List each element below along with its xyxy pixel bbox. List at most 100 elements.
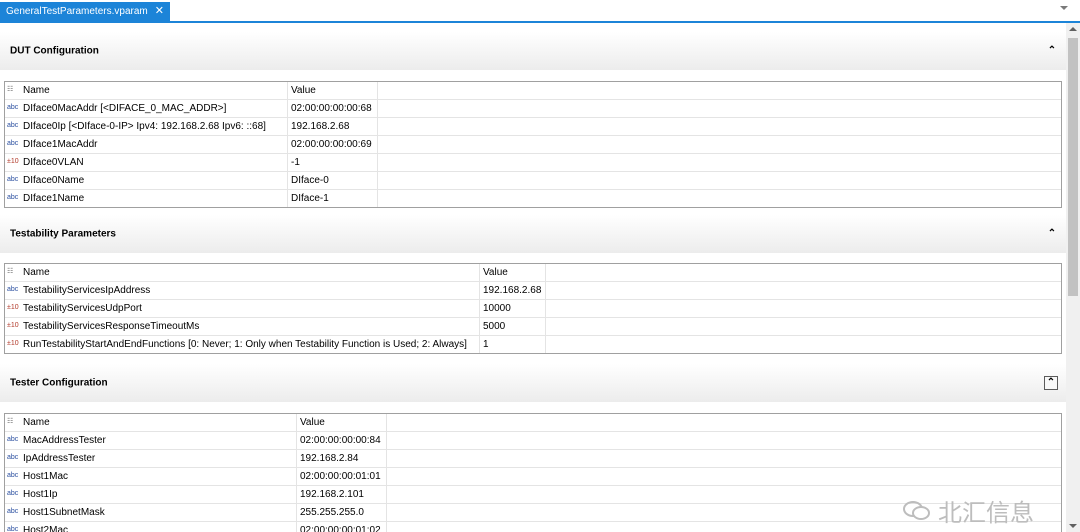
- wechat-icon: [902, 499, 932, 529]
- integer-type-icon: ±10: [7, 340, 19, 347]
- parameter-editor: DUT Configuration ⌃ ☷ Name Value abc DIfa…: [0, 23, 1066, 532]
- table-row[interactable]: ±10 RunTestabilityStartAndEndFunctions [0…: [5, 336, 1061, 353]
- column-header-value[interactable]: Value: [480, 264, 546, 281]
- section-header-tester-configuration[interactable]: Tester Configuration ⌃: [0, 364, 1066, 402]
- grid-header-row: ☷ Name Value: [5, 82, 1061, 100]
- column-icon: ☷: [7, 86, 14, 93]
- table-row[interactable]: ±10 TestabilityServicesResponseTimeoutMs 5…: [5, 318, 1061, 336]
- parameter-value-cell[interactable]: 5000: [480, 318, 546, 335]
- string-type-icon: abc: [7, 286, 19, 293]
- chevron-down-icon[interactable]: [1060, 6, 1068, 10]
- integer-type-icon: ±10: [7, 304, 19, 311]
- string-type-icon: abc: [7, 490, 19, 497]
- parameter-name: DIface0Ip [<DIface-0-IP> Ipv4: 192.168.2…: [23, 121, 266, 132]
- parameter-name-cell[interactable]: abc DIface1Name: [5, 190, 288, 207]
- table-row[interactable]: abc Host1Mac 02:00:00:00:01:01: [5, 468, 1061, 486]
- table-row[interactable]: ±10 TestabilityServicesUdpPort 10000: [5, 300, 1061, 318]
- parameter-value-cell[interactable]: 192.168.2.68: [288, 118, 378, 135]
- parameter-value-cell[interactable]: 1: [480, 336, 546, 353]
- integer-type-icon: ±10: [7, 158, 19, 165]
- vertical-scrollbar[interactable]: [1066, 23, 1080, 532]
- parameter-name-cell[interactable]: abc IpAddressTester: [5, 450, 297, 467]
- parameter-name: DIface0Name: [23, 175, 85, 186]
- section-title: DUT Configuration: [10, 45, 99, 57]
- table-row[interactable]: ±10 DIface0VLAN -1: [5, 154, 1061, 172]
- parameter-value-cell[interactable]: 10000: [480, 300, 546, 317]
- section-title: Testability Parameters: [10, 228, 116, 240]
- parameter-grid-dut: ☷ Name Value abc DIface0MacAddr [<DIFACE_…: [4, 81, 1062, 208]
- parameter-name-cell[interactable]: abc Host1Ip: [5, 486, 297, 503]
- parameter-name: DIface0MacAddr [<DIFACE_0_MAC_ADDR>]: [23, 103, 227, 114]
- parameter-value-cell[interactable]: 192.168.2.84: [297, 450, 387, 467]
- table-row[interactable]: abc DIface0MacAddr [<DIFACE_0_MAC_ADDR>] 0…: [5, 100, 1061, 118]
- parameter-name-cell[interactable]: ±10 TestabilityServicesResponseTimeoutMs: [5, 318, 480, 335]
- section-header-testability-parameters[interactable]: Testability Parameters ⌃: [0, 215, 1066, 253]
- parameter-value-cell[interactable]: 192.168.2.68: [480, 282, 546, 299]
- parameter-value-cell[interactable]: DIface-1: [288, 190, 378, 207]
- tab-label: GeneralTestParameters.vparam: [6, 6, 148, 17]
- section-title: Tester Configuration: [10, 377, 108, 389]
- parameter-value-cell[interactable]: 02:00:00:00:00:84: [297, 432, 387, 449]
- parameter-name: Host1Mac: [23, 471, 69, 482]
- scroll-thumb[interactable]: [1068, 38, 1078, 296]
- table-row[interactable]: abc DIface1MacAddr 02:00:00:00:00:69: [5, 136, 1061, 154]
- column-header-value[interactable]: Value: [288, 82, 378, 99]
- string-type-icon: abc: [7, 176, 19, 183]
- parameter-name: MacAddressTester: [23, 435, 106, 446]
- parameter-name-cell[interactable]: abc MacAddressTester: [5, 432, 297, 449]
- parameter-name-cell[interactable]: abc Host1Mac: [5, 468, 297, 485]
- parameter-name-cell[interactable]: abc DIface0Ip [<DIface-0-IP> Ipv4: 192.16…: [5, 118, 288, 135]
- column-header-value[interactable]: Value: [297, 414, 387, 431]
- parameter-grid-testability: ☷ Name Value abc TestabilityServicesIpAdd…: [4, 263, 1062, 354]
- table-row[interactable]: abc TestabilityServicesIpAddress 192.168.2…: [5, 282, 1061, 300]
- editor-tab-strip: GeneralTestParameters.vparam ✕: [0, 0, 1080, 23]
- parameter-value-cell[interactable]: 02:00:00:00:01:01: [297, 468, 387, 485]
- string-type-icon: abc: [7, 508, 19, 515]
- string-type-icon: abc: [7, 122, 19, 129]
- column-header-name[interactable]: ☷ Name: [5, 82, 288, 99]
- string-type-icon: abc: [7, 436, 19, 443]
- parameter-name-cell[interactable]: abc DIface0Name: [5, 172, 288, 189]
- integer-type-icon: ±10: [7, 322, 19, 329]
- collapse-icon[interactable]: ⌃: [1046, 45, 1058, 57]
- collapse-icon[interactable]: ⌃: [1044, 376, 1058, 390]
- section-header-dut-configuration[interactable]: DUT Configuration ⌃: [0, 32, 1066, 70]
- grid-header-row: ☷ Name Value: [5, 264, 1061, 282]
- parameter-name-cell[interactable]: abc Host2Mac: [5, 522, 297, 532]
- table-row[interactable]: abc DIface0Name DIface-0: [5, 172, 1061, 190]
- parameter-value-cell[interactable]: -1: [288, 154, 378, 171]
- close-icon[interactable]: ✕: [155, 2, 164, 21]
- parameter-value-cell[interactable]: 02:00:00:00:01:02: [297, 522, 387, 532]
- parameter-value-cell[interactable]: 02:00:00:00:00:69: [288, 136, 378, 153]
- parameter-name: Host2Mac: [23, 525, 69, 532]
- tab-general-test-parameters[interactable]: GeneralTestParameters.vparam ✕: [0, 2, 170, 21]
- parameter-value-cell[interactable]: DIface-0: [288, 172, 378, 189]
- watermark-text: 北汇信息: [938, 499, 1034, 527]
- table-row[interactable]: abc MacAddressTester 02:00:00:00:00:84: [5, 432, 1061, 450]
- table-row[interactable]: abc IpAddressTester 192.168.2.84: [5, 450, 1061, 468]
- collapse-icon[interactable]: ⌃: [1046, 228, 1058, 240]
- table-row[interactable]: abc DIface0Ip [<DIface-0-IP> Ipv4: 192.16…: [5, 118, 1061, 136]
- parameter-value-cell[interactable]: 02:00:00:00:00:68: [288, 100, 378, 117]
- parameter-name-cell[interactable]: abc TestabilityServicesIpAddress: [5, 282, 480, 299]
- parameter-name-cell[interactable]: ±10 RunTestabilityStartAndEndFunctions [0…: [5, 336, 480, 353]
- table-row[interactable]: abc DIface1Name DIface-1: [5, 190, 1061, 207]
- column-header-name[interactable]: ☷ Name: [5, 264, 480, 281]
- parameter-name-cell[interactable]: abc Host1SubnetMask: [5, 504, 297, 521]
- parameter-value-cell[interactable]: 255.255.255.0: [297, 504, 387, 521]
- scroll-up-icon[interactable]: [1069, 27, 1077, 31]
- wechat-watermark: 北汇信息: [902, 493, 1034, 527]
- parameter-name: DIface1Name: [23, 193, 85, 204]
- parameter-name-cell[interactable]: ±10 DIface0VLAN: [5, 154, 288, 171]
- string-type-icon: abc: [7, 454, 19, 461]
- string-type-icon: abc: [7, 526, 19, 532]
- parameter-name-cell[interactable]: abc DIface0MacAddr [<DIFACE_0_MAC_ADDR>]: [5, 100, 288, 117]
- parameter-name: Host1Ip: [23, 489, 58, 500]
- column-header-name[interactable]: ☷ Name: [5, 414, 297, 431]
- parameter-name-cell[interactable]: abc DIface1MacAddr: [5, 136, 288, 153]
- string-type-icon: abc: [7, 140, 19, 147]
- parameter-value-cell[interactable]: 192.168.2.101: [297, 486, 387, 503]
- scroll-down-icon[interactable]: [1069, 524, 1077, 528]
- parameter-name-cell[interactable]: ±10 TestabilityServicesUdpPort: [5, 300, 480, 317]
- column-icon: ☷: [7, 418, 14, 425]
